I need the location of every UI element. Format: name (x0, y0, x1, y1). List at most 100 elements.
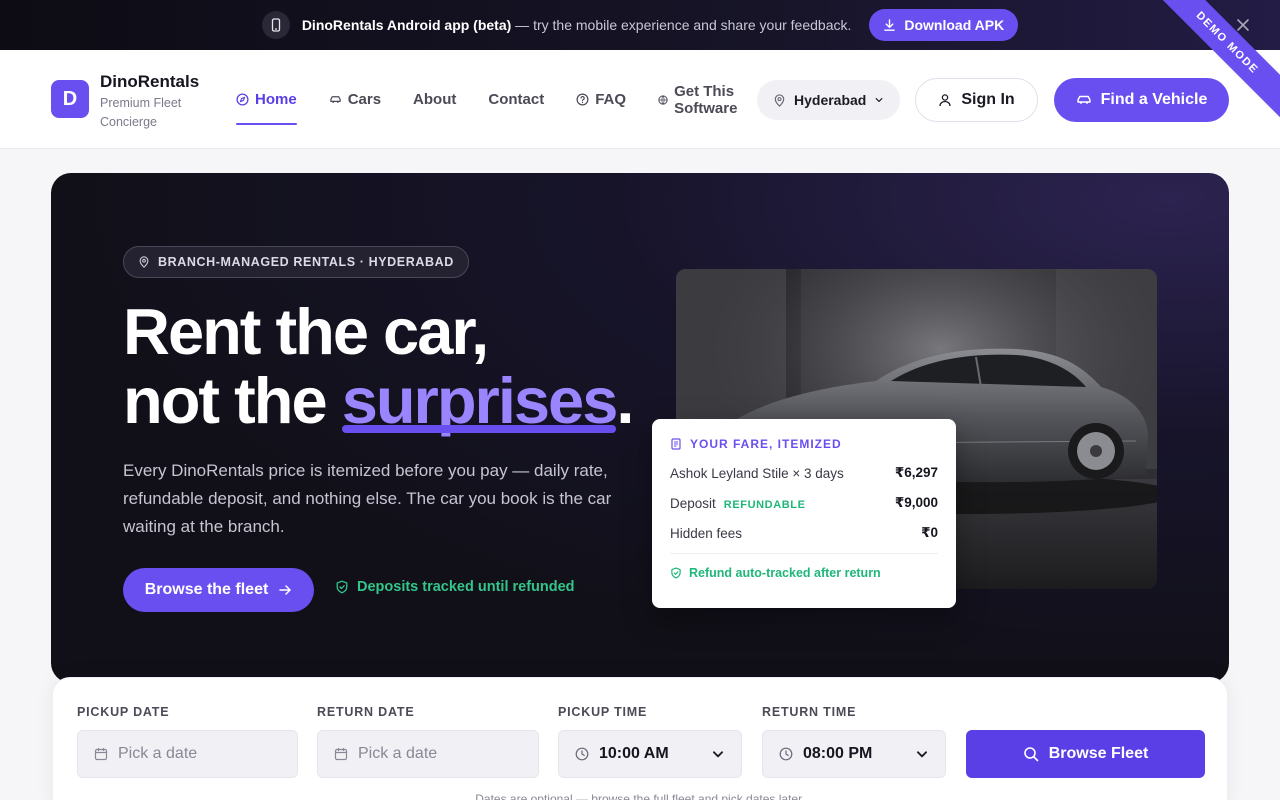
nav-faq-label: FAQ (595, 91, 627, 108)
smartphone-icon (261, 11, 290, 39)
promo-banner: DinoRentals Android app (beta) — try the… (0, 0, 1280, 50)
shield-check-icon (671, 567, 681, 579)
sign-in-label: Sign In (961, 91, 1015, 108)
hero-headline-line1: Rent the car, (123, 295, 489, 368)
brand: DinoRentals Premium Fleet Concierge (100, 72, 200, 132)
pickup-time-value: 10:00 AM (599, 745, 669, 762)
nav-cars[interactable]: Cars (329, 50, 381, 149)
main-nav: Home Cars About Contact FAQ Get This Soft… (236, 50, 769, 149)
browse-fleet-button-label: Browse Fleet (1048, 745, 1149, 762)
hero-headline-pre: not the (123, 364, 342, 437)
hero-headline: Rent the car, not the surprises. (123, 295, 634, 437)
nav-home[interactable]: Home (236, 50, 297, 149)
clock-icon (575, 747, 589, 761)
hero-lead: Every DinoRentals price is itemized befo… (123, 461, 612, 536)
promo-rest: — try the mobile experience and share yo… (511, 17, 852, 33)
download-icon (884, 18, 896, 31)
nav-get-software-line1: Get This (674, 82, 735, 100)
pickup-date-label: PICKUP DATE (77, 705, 170, 719)
return-time-select[interactable]: 08:00 PM (762, 730, 946, 778)
nav-about-label: About (413, 91, 457, 108)
calendar-icon (334, 748, 348, 761)
nav-get-software-label: Get This Software (674, 83, 737, 117)
browse-fleet-button[interactable]: Browse Fleet (966, 730, 1205, 778)
return-time-label: RETURN TIME (762, 705, 857, 719)
help-circle-icon (576, 93, 589, 106)
nav-get-software[interactable]: Get This Software (658, 50, 737, 149)
booking-note: Dates are optional — browse the full fle… (475, 792, 805, 800)
pickup-time-select[interactable]: 10:00 AM (558, 730, 742, 778)
arrow-right-icon (279, 585, 292, 595)
shield-check-icon (336, 580, 348, 594)
download-apk-label: Download APK (904, 17, 1005, 33)
find-vehicle-button[interactable]: Find a Vehicle (1054, 78, 1229, 122)
pickup-date-input[interactable]: Pick a date (77, 730, 298, 778)
hero-section: BRANCH-MANAGED RENTALS · HYDERABAD Rent … (51, 173, 1229, 683)
logo[interactable]: D (51, 80, 89, 118)
return-time-value: 08:00 PM (803, 745, 873, 762)
fare-row-label: Deposit REFUNDABLE (670, 496, 806, 511)
browse-fleet-cta[interactable]: Browse the fleet (123, 568, 314, 612)
car-icon (329, 96, 341, 103)
hero-headline-accent: surprises (341, 364, 619, 437)
return-time-field: RETURN TIME 08:00 PM (762, 705, 946, 778)
divider (670, 553, 938, 554)
city-selector[interactable]: Hyderabad (757, 80, 901, 120)
pickup-time-label: PICKUP TIME (558, 705, 648, 719)
nav-cars-label: Cars (347, 91, 382, 108)
nav-home-label: Home (255, 91, 297, 108)
return-date-label: RETURN DATE (317, 705, 415, 719)
nav-get-software-line2: Software (674, 99, 738, 117)
site-header: D DinoRentals Premium Fleet Concierge Ho… (0, 50, 1280, 149)
car-icon (1076, 95, 1091, 104)
fare-card-header: YOUR FARE, ITEMIZED (670, 437, 938, 451)
chevron-down-icon (875, 98, 883, 102)
return-date-field: RETURN DATE Pick a date (317, 705, 539, 778)
return-date-input[interactable]: Pick a date (317, 730, 539, 778)
receipt-icon (671, 438, 681, 450)
promo-title: DinoRentals Android app (beta) (301, 17, 512, 33)
fare-row-value: ₹0 (921, 525, 938, 540)
deposits-note-label: Deposits tracked until refunded (357, 579, 575, 595)
deposits-note: Deposits tracked until refunded (335, 579, 575, 595)
pickup-date-field: PICKUP DATE Pick a date (77, 705, 298, 778)
hero-headline-post: . (616, 364, 634, 437)
compass-icon (236, 93, 249, 106)
browse-fleet-cta-label: Browse the fleet (144, 581, 269, 598)
clock-icon (779, 747, 793, 761)
return-date-placeholder: Pick a date (358, 745, 438, 762)
fare-row-value: ₹6,297 (894, 465, 938, 480)
city-label: Hyderabad (794, 92, 867, 108)
find-vehicle-label: Find a Vehicle (1100, 91, 1208, 108)
nav-faq[interactable]: FAQ (576, 50, 626, 149)
refundable-badge: REFUNDABLE (723, 498, 806, 511)
user-icon (939, 94, 951, 107)
fare-deposit-label: Deposit (670, 495, 716, 511)
brand-tagline: Premium Fleet Concierge (100, 96, 182, 129)
fare-card-footer: Refund auto-tracked after return (670, 566, 938, 580)
pickup-time-field: PICKUP TIME 10:00 AM (558, 705, 742, 778)
nav-about[interactable]: About (413, 50, 456, 149)
map-pin-icon (139, 256, 149, 268)
sign-in-button[interactable]: Sign In (915, 78, 1038, 122)
nav-contact-label: Contact (488, 91, 545, 108)
hero-headline-line2: not the surprises. (123, 364, 634, 437)
fare-row-label: Hidden fees (670, 525, 743, 541)
fare-row-label: Ashok Leyland Stile × 3 days (670, 465, 844, 481)
fare-card-footer-label: Refund auto-tracked after return (689, 566, 881, 580)
chevron-down-icon (712, 751, 724, 758)
fare-card-title: YOUR FARE, ITEMIZED (690, 437, 842, 451)
nav-contact[interactable]: Contact (488, 50, 544, 149)
brand-name: DinoRentals (100, 72, 200, 91)
fare-card: YOUR FARE, ITEMIZED Ashok Leyland Stile … (652, 419, 956, 608)
location-chip-label: BRANCH-MANAGED RENTALS · HYDERABAD (158, 255, 454, 269)
promo-text: DinoRentals Android app (beta) — try the… (302, 17, 852, 33)
fare-row: Hidden fees ₹0 (670, 525, 938, 541)
download-apk-button[interactable]: Download APK (869, 9, 1019, 41)
fare-row: Ashok Leyland Stile × 3 days ₹6,297 (670, 465, 938, 481)
fare-row: Deposit REFUNDABLE ₹9,000 (670, 495, 938, 511)
booking-panel: PICKUP DATE Pick a date RETURN DATE Pick… (52, 677, 1228, 800)
pickup-date-placeholder: Pick a date (118, 745, 198, 762)
map-pin-icon (774, 93, 785, 107)
location-chip: BRANCH-MANAGED RENTALS · HYDERABAD (123, 246, 469, 278)
